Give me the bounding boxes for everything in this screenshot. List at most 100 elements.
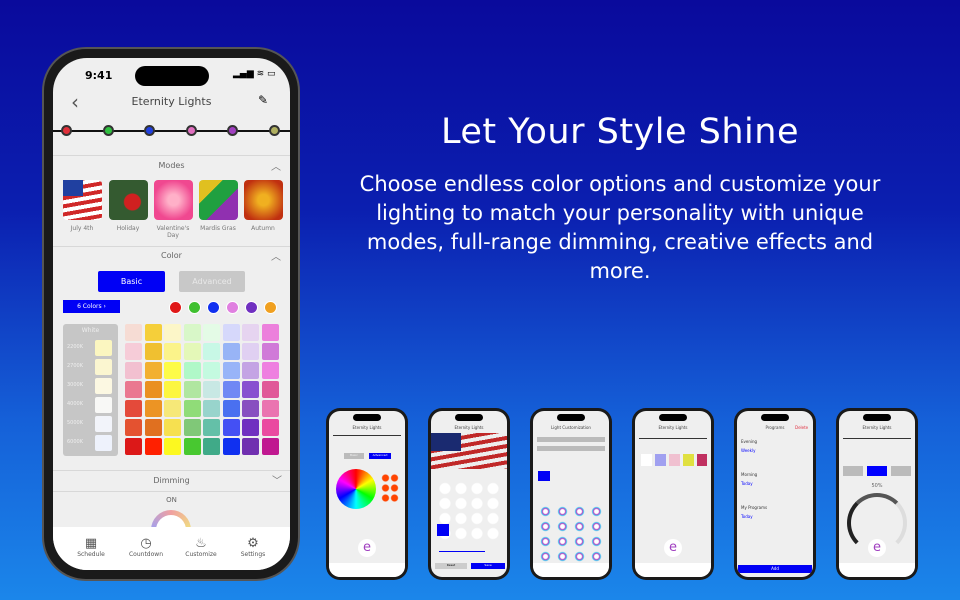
- bulb[interactable]: [144, 125, 156, 136]
- effect-lightning-selected[interactable]: [437, 524, 449, 536]
- color-swatch[interactable]: [261, 400, 279, 417]
- dimming-presets[interactable]: [843, 466, 911, 476]
- color-swatch[interactable]: [164, 381, 181, 398]
- eternity-logo[interactable]: e: [358, 539, 376, 557]
- chevron-up-icon[interactable]: ︿: [271, 158, 281, 173]
- color-swatch[interactable]: [125, 362, 142, 379]
- color-swatch[interactable]: [144, 324, 162, 341]
- tab-settings[interactable]: ⚙ Settings: [225, 536, 281, 558]
- mode-july-4th[interactable]: [63, 180, 102, 220]
- color-swatch[interactable]: [242, 362, 259, 379]
- selected-color[interactable]: [188, 301, 201, 314]
- bulb-layout[interactable]: [537, 504, 605, 564]
- color-swatch[interactable]: [183, 438, 201, 455]
- basic-button[interactable]: Basic: [98, 271, 165, 292]
- color-swatch[interactable]: [144, 381, 162, 398]
- white-swatch[interactable]: [95, 378, 112, 394]
- template-buttons[interactable]: [537, 437, 605, 451]
- bulb[interactable]: [227, 125, 239, 136]
- color-swatch[interactable]: [261, 381, 279, 398]
- mini-save-button[interactable]: Save: [471, 563, 505, 569]
- color-swatch[interactable]: [242, 343, 259, 360]
- color-swatch[interactable]: [125, 381, 142, 398]
- tab-countdown[interactable]: ◷ Countdown: [118, 536, 174, 558]
- color-swatch[interactable]: [222, 438, 240, 455]
- color-swatch[interactable]: [183, 324, 201, 341]
- color-header[interactable]: Color: [53, 251, 290, 260]
- mode-mardis-gras[interactable]: [199, 180, 238, 220]
- bulb[interactable]: [269, 125, 280, 136]
- color-swatch[interactable]: [242, 400, 259, 417]
- mode-valentines-day[interactable]: [154, 180, 193, 220]
- color-swatch[interactable]: [164, 362, 181, 379]
- white-swatch[interactable]: [95, 359, 112, 375]
- color-swatch[interactable]: [183, 400, 201, 417]
- dimming-header[interactable]: Dimming: [53, 476, 290, 485]
- color-swatch[interactable]: [183, 362, 201, 379]
- delete-button[interactable]: Delete: [795, 425, 808, 430]
- eternity-logo[interactable]: e: [868, 539, 886, 557]
- color-swatch[interactable]: [144, 400, 162, 417]
- color-swatch[interactable]: [261, 438, 279, 455]
- color-swatch[interactable]: [125, 324, 142, 341]
- color-swatch[interactable]: [203, 362, 220, 379]
- mini-reset-button[interactable]: Reset: [435, 563, 467, 569]
- color-wheel[interactable]: [336, 469, 376, 509]
- color-swatch[interactable]: [203, 343, 220, 360]
- color-swatch[interactable]: [144, 419, 162, 436]
- color-swatch[interactable]: [222, 400, 240, 417]
- mini-basic-button[interactable]: Basic: [344, 453, 364, 459]
- tab-customize[interactable]: ♨ Customize: [173, 536, 229, 558]
- program-name[interactable]: Today: [741, 514, 753, 519]
- color-swatch[interactable]: [222, 362, 240, 379]
- selected-color[interactable]: [226, 301, 239, 314]
- color-swatch[interactable]: [164, 324, 181, 341]
- bulb[interactable]: [61, 125, 72, 136]
- color-swatch[interactable]: [242, 438, 259, 455]
- color-swatch[interactable]: [164, 419, 181, 436]
- color-swatch[interactable]: [164, 343, 181, 360]
- color-swatch[interactable]: [242, 419, 259, 436]
- color-swatch[interactable]: [242, 381, 259, 398]
- selected-color[interactable]: [245, 301, 258, 314]
- selected-color[interactable]: [207, 301, 220, 314]
- color-swatch[interactable]: [164, 400, 181, 417]
- selected-color[interactable]: [264, 301, 277, 314]
- white-swatch[interactable]: [95, 397, 112, 413]
- color-swatch[interactable]: [222, 381, 240, 398]
- color-swatch[interactable]: [183, 419, 201, 436]
- mode-thumbnails[interactable]: [641, 454, 707, 466]
- program-name[interactable]: Weekly: [741, 448, 755, 453]
- mini-advanced-button[interactable]: Advanced: [369, 453, 391, 459]
- eternity-logo[interactable]: e: [664, 539, 682, 557]
- color-swatch[interactable]: [222, 343, 240, 360]
- white-swatch[interactable]: [95, 340, 112, 356]
- color-swatch[interactable]: [261, 343, 279, 360]
- color-swatch[interactable]: [164, 438, 181, 455]
- mode-autumn[interactable]: [244, 180, 283, 220]
- edit-icon[interactable]: ✎: [258, 93, 268, 107]
- tab-schedule[interactable]: ▦ Schedule: [63, 536, 119, 558]
- color-swatch[interactable]: [144, 362, 162, 379]
- color-swatch[interactable]: [125, 438, 142, 455]
- color-swatch[interactable]: [222, 419, 240, 436]
- color-swatch[interactable]: [261, 362, 279, 379]
- colors-count-button[interactable]: 6 Colors ›: [63, 300, 120, 313]
- selected-template[interactable]: [538, 471, 550, 481]
- color-swatch[interactable]: [203, 419, 220, 436]
- chevron-down-icon[interactable]: ﹀: [272, 472, 282, 487]
- color-swatch[interactable]: [125, 343, 142, 360]
- bulb[interactable]: [185, 125, 197, 136]
- chevron-up-icon[interactable]: ︿: [271, 248, 281, 263]
- selected-color[interactable]: [169, 301, 182, 314]
- color-swatch[interactable]: [242, 324, 259, 341]
- color-swatch[interactable]: [125, 419, 142, 436]
- color-swatch[interactable]: [261, 324, 279, 341]
- advanced-button[interactable]: Advanced: [179, 271, 245, 292]
- color-swatch[interactable]: [183, 381, 201, 398]
- color-swatch[interactable]: [144, 343, 162, 360]
- color-swatch[interactable]: [261, 419, 279, 436]
- white-swatch[interactable]: [95, 416, 112, 432]
- add-program-button[interactable]: Add: [738, 565, 812, 573]
- color-swatch[interactable]: [183, 343, 201, 360]
